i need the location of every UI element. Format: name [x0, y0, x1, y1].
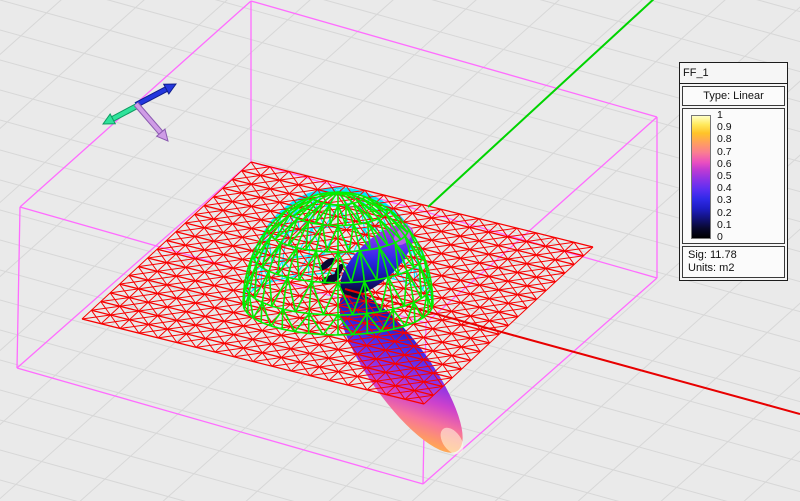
- orientation-triad: [102, 83, 177, 142]
- legend-sig-box: Sig: 11.78 Units: m2: [682, 246, 785, 278]
- colorbar-tick: 0.8: [717, 133, 732, 146]
- colorbar-tick: 0.1: [717, 218, 732, 231]
- colorbar-tick: 0.7: [717, 145, 732, 158]
- colorbar-tick: 0.3: [717, 194, 732, 207]
- colorbar-tick: 0.9: [717, 121, 732, 134]
- colorbar-gradient: [691, 115, 711, 239]
- legend-type-label: Type: Linear: [682, 86, 785, 106]
- colorbar-tick: 0.6: [717, 157, 732, 170]
- colorbar-tick: 0.5: [717, 169, 732, 182]
- colorbar-tick: 0: [717, 230, 723, 243]
- legend-colorbar-box: 1 0.9 0.8 0.7 0.6 0.5 0.4 0.3 0.2 0.1 0: [682, 108, 785, 244]
- colorbar-tick: 0.4: [717, 182, 732, 195]
- colorbar-tick: 1: [717, 109, 723, 121]
- colorbar-tick: 0.2: [717, 206, 732, 219]
- legend-sig-value: Sig: 11.78: [688, 249, 737, 261]
- legend-title: FF_1: [680, 63, 787, 84]
- 3d-model-viewport[interactable]: FF_1 Type: Linear 1 0.9 0.8 0.7 0.6 0.5 0.4 0.3…: [0, 0, 800, 501]
- farfield-legend[interactable]: FF_1 Type: Linear 1 0.9 0.8 0.7 0.6 0.5 0.4 0.3…: [679, 62, 788, 281]
- colorbar-ticks: 1 0.9 0.8 0.7 0.6 0.5 0.4 0.3 0.2 0.1 0: [717, 109, 732, 243]
- bounding-box-wireframe[interactable]: [16, 0, 658, 485]
- radiation-dome-front[interactable]: [242, 191, 434, 336]
- legend-units-value: Units: m2: [688, 262, 735, 274]
